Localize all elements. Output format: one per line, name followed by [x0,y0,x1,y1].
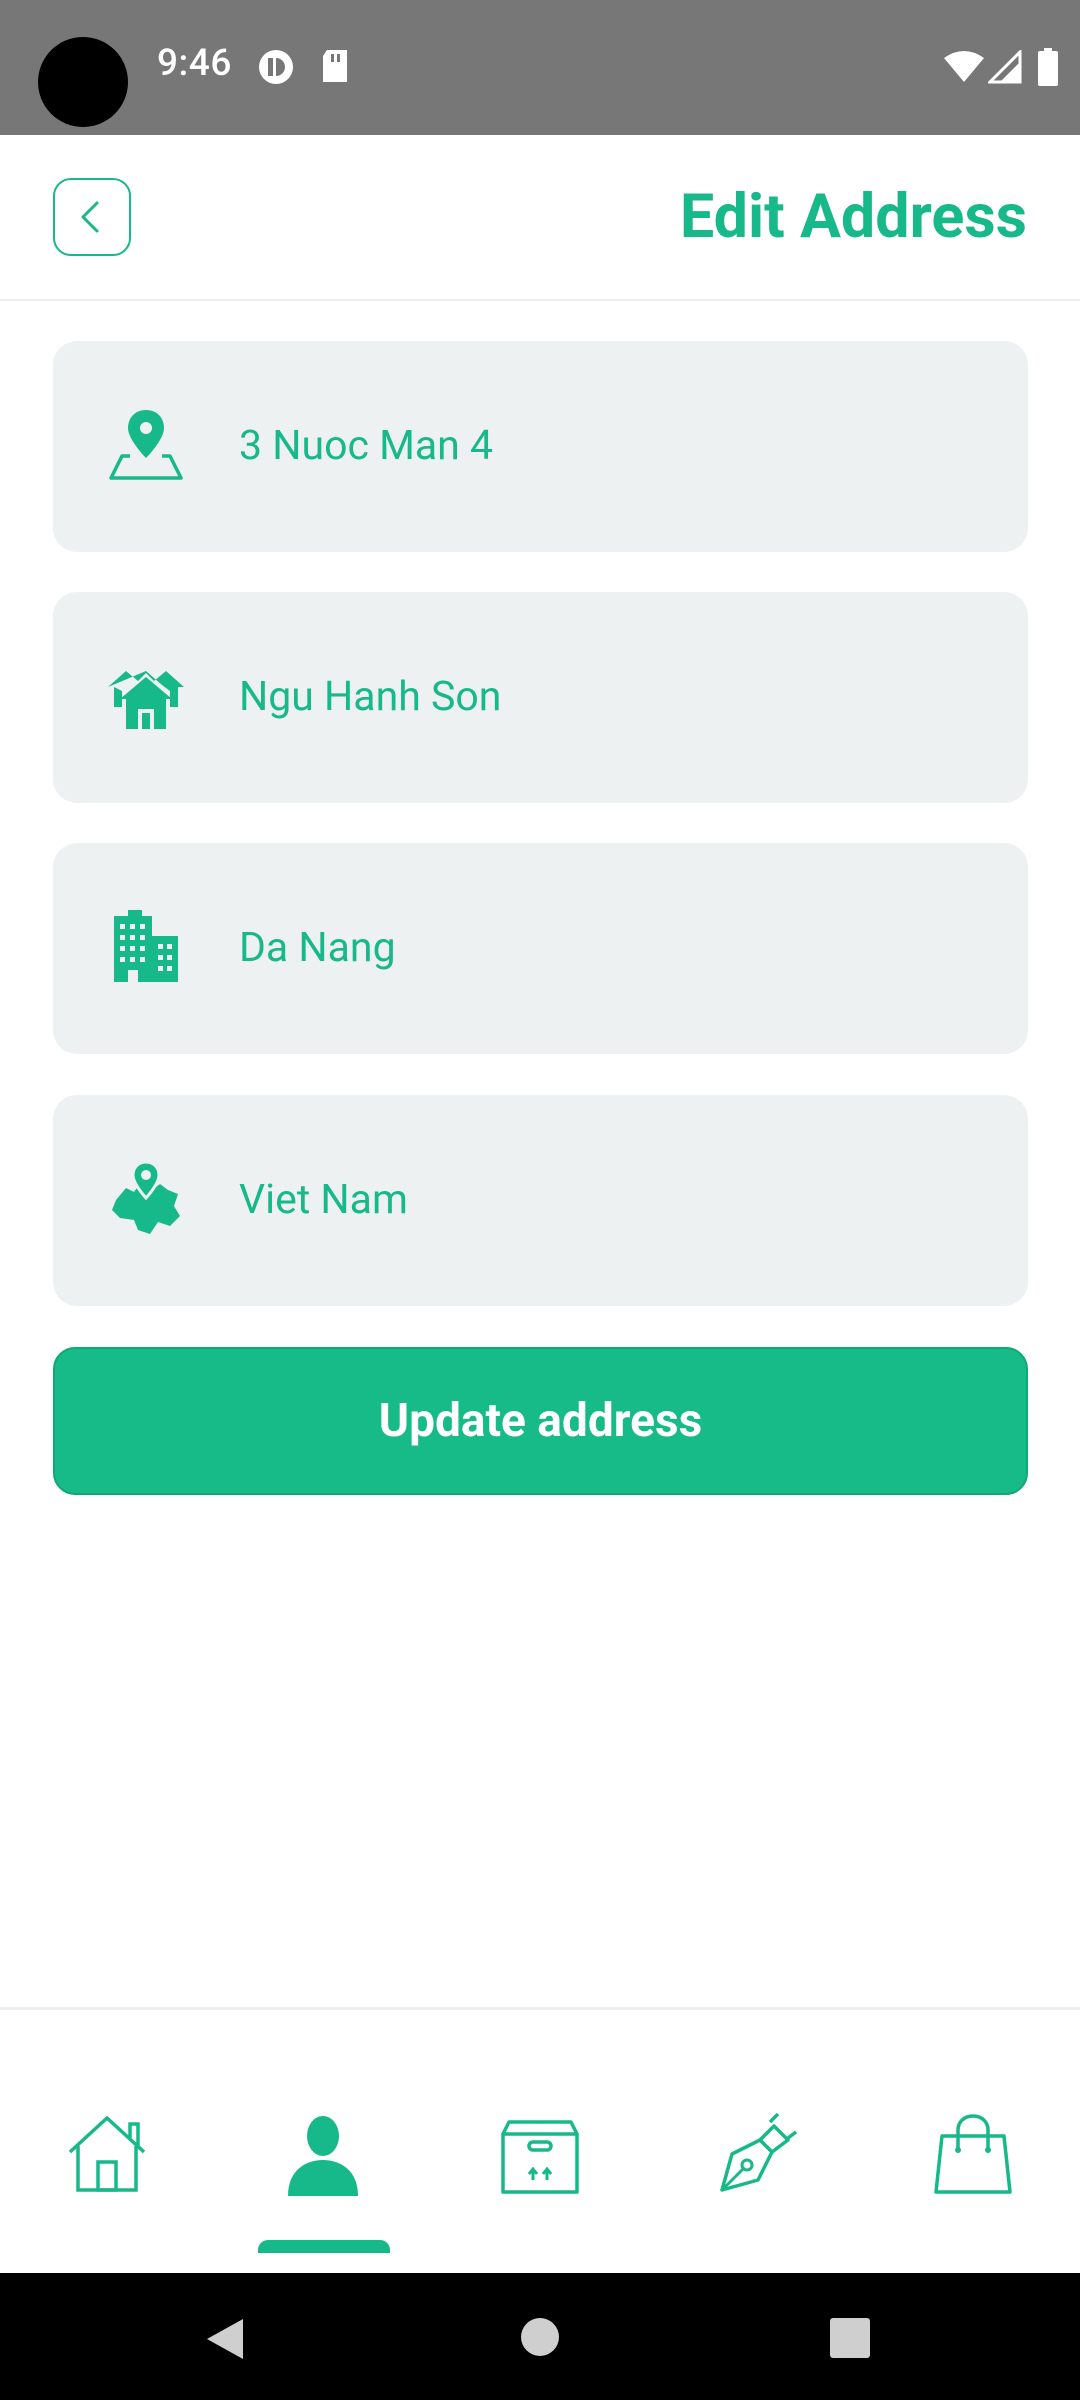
nav-blog[interactable] [712,2110,802,2200]
status-time: 9:46 [157,42,232,85]
app-header: Edit Address [0,135,1080,301]
back-button[interactable] [53,178,131,256]
nav-profile[interactable] [278,2110,368,2200]
country-value: Viet Nam [239,1176,408,1224]
chevron-left-icon [81,201,99,233]
houses-icon [108,671,184,729]
map-pin-icon [109,410,183,480]
battery-icon [1038,48,1058,86]
sd-card-icon [323,50,347,82]
nav-orders[interactable] [495,2110,585,2200]
city-field[interactable]: Da Nang [53,843,1028,1054]
pen-icon [720,2112,798,2192]
back-triangle-icon[interactable] [203,2315,247,2363]
cell-signal-icon [988,50,1022,84]
buildings-icon [114,910,178,982]
shopping-bag-icon [934,2114,1012,2194]
home-circle-icon[interactable] [520,2317,560,2357]
active-tab-indicator [258,2240,390,2253]
district-field[interactable]: Ngu Hanh Son [53,592,1028,803]
bottom-navigation [0,2007,1080,2273]
country-map-icon [112,1160,180,1234]
recents-square-icon[interactable] [829,2317,871,2359]
page-title: Edit Address [679,180,1027,252]
city-value: Da Nang [239,924,396,972]
country-field[interactable]: Viet Nam [53,1095,1028,1306]
home-icon [68,2116,146,2192]
wifi-icon [944,51,984,82]
profile-icon [288,2116,358,2196]
camera-cutout [38,37,128,127]
privacy-indicator-icon [259,50,293,84]
nav-home[interactable] [62,2110,152,2200]
status-bar: 9:46 [0,0,1080,135]
street-value: 3 Nuoc Man 4 [239,422,494,470]
system-navigation-bar [0,2273,1080,2400]
update-address-button[interactable]: Update address [53,1347,1028,1495]
street-field[interactable]: 3 Nuoc Man 4 [53,341,1028,552]
nav-cart[interactable] [928,2110,1018,2200]
district-value: Ngu Hanh Son [239,673,502,721]
box-icon [501,2120,579,2194]
